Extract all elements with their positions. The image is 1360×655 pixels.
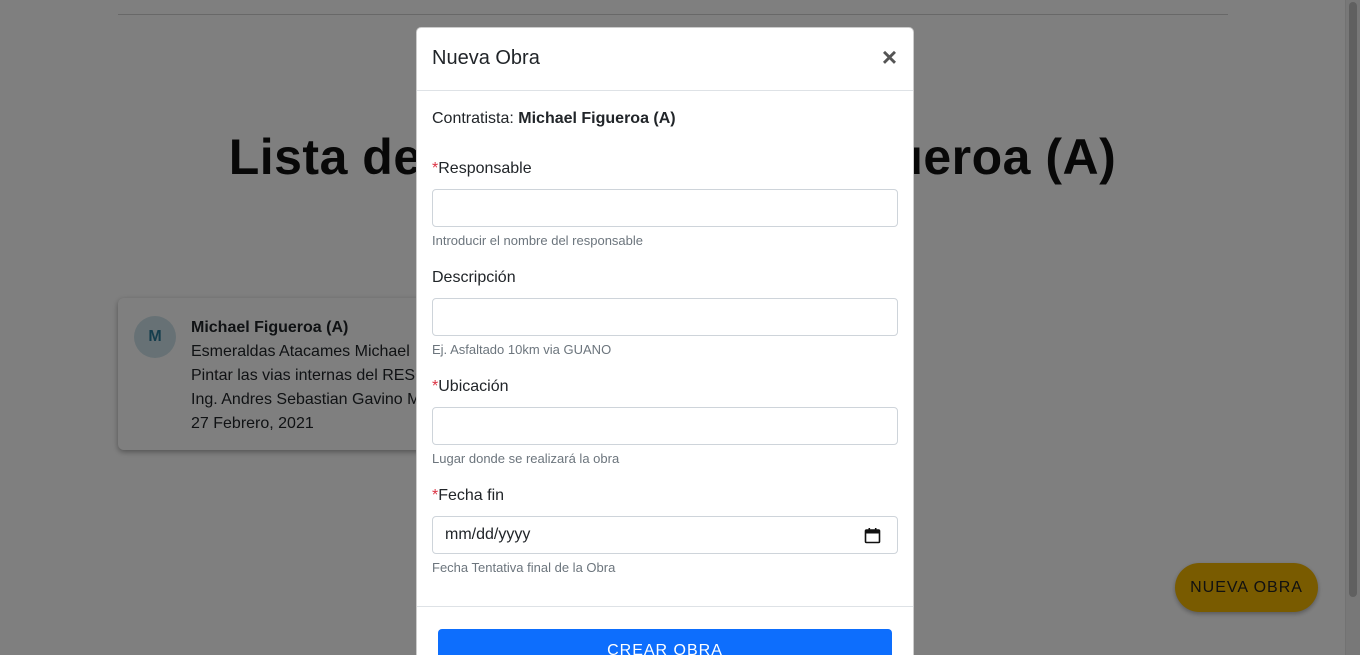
ubicacion-input[interactable] [432, 407, 898, 445]
responsable-help: Introducir el nombre del responsable [432, 233, 644, 248]
responsable-label: *Responsable [432, 160, 532, 177]
modal-body: Contratista: Michael Figueroa (A) *Respo… [417, 91, 913, 607]
fecha-fin-input[interactable]: mm/dd/yyyy [432, 516, 898, 554]
contractor-info: Contratista: Michael Figueroa (A) [432, 110, 676, 128]
descripcion-help: Ej. Asfaltado 10km via GUANO [432, 342, 612, 357]
calendar-icon[interactable] [864, 527, 881, 544]
descripcion-input[interactable] [432, 298, 898, 336]
descripcion-field-group: Descripción Ej. Asfaltado 10km via GUANO [432, 266, 898, 357]
descripcion-label: Descripción [432, 269, 516, 286]
fecha-fin-label: *Fecha fin [432, 487, 505, 504]
modal-title: Nueva Obra [432, 47, 540, 69]
contractor-label: Contratista: [432, 110, 514, 127]
crear-obra-button[interactable]: CREAR OBRA [438, 629, 892, 655]
close-icon[interactable]: × [882, 44, 897, 70]
nueva-obra-modal: Nueva Obra × Contratista: Michael Figuer… [416, 27, 914, 655]
date-placeholder: mm/dd/yyyy [445, 526, 531, 543]
ubicacion-help: Lugar donde se realizará la obra [432, 451, 620, 466]
ubicacion-label: *Ubicación [432, 378, 509, 395]
ubicacion-field-group: *Ubicación Lugar donde se realizará la o… [432, 375, 898, 466]
responsable-field-group: *Responsable Introducir el nombre del re… [432, 157, 898, 248]
fecha-fin-help: Fecha Tentativa final de la Obra [432, 560, 616, 575]
responsable-input[interactable] [432, 189, 898, 227]
contractor-name: Michael Figueroa (A) [518, 110, 676, 127]
modal-header: Nueva Obra × [417, 28, 913, 91]
fecha-fin-field-group: *Fecha fin mm/dd/yyyy Fecha Tentativa fi… [432, 484, 898, 575]
